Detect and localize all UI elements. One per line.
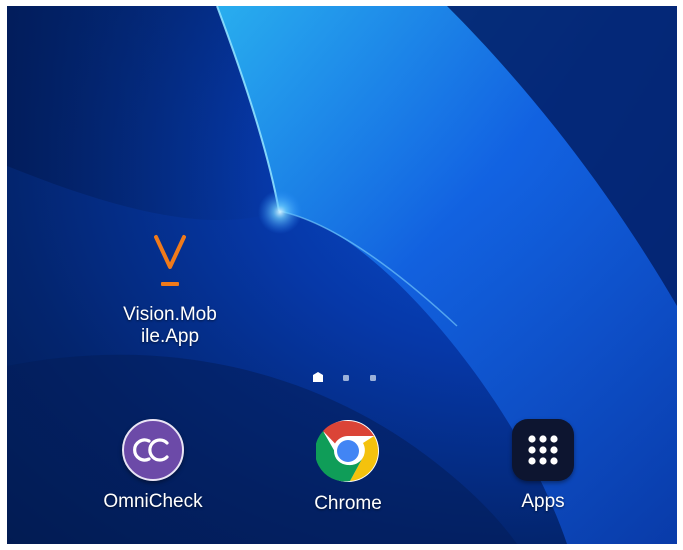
- home-indicator-icon: [313, 372, 323, 382]
- chrome-app-icon[interactable]: Chrome: [288, 419, 408, 515]
- apps-label: Apps: [521, 491, 565, 512]
- vision-mobile-app-shortcut[interactable]: Vision.Mob ile.App: [115, 228, 225, 348]
- omnicheck-label: OmniCheck: [103, 491, 203, 512]
- home-screen: Vision.Mob ile.App OmniCheck Chrome Apps: [7, 6, 677, 544]
- page-dot-2: [343, 375, 349, 381]
- vision-v-icon: [145, 228, 195, 298]
- omnicheck-icon: [122, 419, 184, 481]
- vision-mobile-app-label: Vision.Mob ile.App: [123, 304, 217, 347]
- apps-drawer-button[interactable]: Apps: [483, 419, 603, 513]
- chrome-label: Chrome: [314, 493, 382, 514]
- chrome-icon: [316, 420, 379, 482]
- page-dot-3: [370, 375, 376, 381]
- apps-grid-icon: [512, 419, 574, 481]
- page-indicator[interactable]: [310, 372, 380, 384]
- omnicheck-app-icon[interactable]: OmniCheck: [93, 419, 213, 513]
